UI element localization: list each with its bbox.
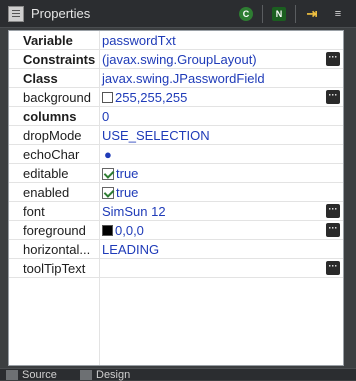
checkbox[interactable] — [102, 167, 114, 180]
property-value[interactable]: true — [100, 183, 343, 202]
property-value-text: SimSun 12 — [102, 204, 166, 219]
property-name: echoChar — [23, 147, 80, 162]
bottom-tabs: Source Design — [0, 368, 356, 381]
property-value[interactable]: passwordTxt — [100, 31, 343, 50]
property-value-text: (javax.swing.GroupLayout) — [102, 52, 257, 67]
property-value-text: javax.swing.JPasswordField — [102, 71, 265, 86]
ellipsis-button[interactable]: ··· — [326, 52, 340, 66]
property-row[interactable]: font SimSun 12 ··· — [9, 202, 343, 221]
property-value[interactable]: ● — [100, 145, 343, 164]
property-row[interactable]: echoChar ● — [9, 145, 343, 164]
property-value[interactable]: USE_SELECTION — [100, 126, 343, 145]
property-value[interactable]: (javax.swing.GroupLayout) — [100, 50, 343, 69]
toolbar-actions: C N ⇥ ≡ — [234, 3, 350, 25]
property-row[interactable]: foreground 0,0,0 ··· — [9, 221, 343, 240]
color-swatch — [102, 225, 113, 236]
property-row[interactable]: enabled true — [9, 183, 343, 202]
checkbox[interactable] — [102, 186, 114, 199]
ellipsis-button[interactable]: ··· — [326, 204, 340, 218]
advanced-icon: N — [272, 7, 286, 21]
properties-table: Variable passwordTxt Constraints (javax.swi… — [8, 30, 344, 366]
property-value-text: USE_SELECTION — [102, 128, 210, 143]
property-name: Variable — [23, 33, 73, 48]
ellipsis-button[interactable]: ··· — [326, 261, 340, 275]
toolbar-separator — [295, 5, 296, 23]
property-name: horizontal... — [23, 242, 91, 257]
property-name: toolTipText — [23, 261, 86, 276]
ellipsis-button[interactable]: ··· — [326, 223, 340, 237]
property-row[interactable]: Constraints (javax.swing.GroupLayout) ··· — [9, 50, 343, 69]
property-row[interactable]: horizontal... LEADING — [9, 240, 343, 259]
property-row[interactable]: editable true — [9, 164, 343, 183]
toolbar-separator — [262, 5, 263, 23]
color-swatch — [102, 92, 113, 103]
property-value-text: passwordTxt — [102, 33, 176, 48]
property-row[interactable]: Variable passwordTxt — [9, 31, 343, 50]
property-value-text: 0 — [102, 109, 110, 124]
property-value[interactable]: SimSun 12 — [100, 202, 343, 221]
design-icon — [80, 370, 92, 381]
property-value-text: true — [116, 166, 139, 181]
menu-button[interactable]: ≡ — [326, 3, 350, 25]
goto-icon: ⇥ — [306, 6, 318, 21]
menu-icon: ≡ — [334, 8, 342, 20]
tab-design[interactable]: Design — [80, 369, 150, 381]
property-value-text: LEADING — [102, 242, 160, 257]
panel-title: Properties — [31, 6, 91, 21]
show-events-button[interactable]: C — [234, 3, 258, 25]
property-value[interactable]: 0,0,0 — [100, 221, 343, 240]
tab-source[interactable]: Source — [6, 369, 68, 381]
property-value[interactable] — [100, 259, 343, 278]
property-name: editable — [23, 166, 69, 181]
property-value[interactable]: true — [100, 164, 343, 183]
properties-panel: Properties C N ⇥ ≡ Variable passwordTxt Co… — [0, 0, 356, 381]
property-row[interactable]: columns 0 — [9, 107, 343, 126]
property-value-text: 255,255,255 — [115, 90, 188, 105]
property-name: dropMode — [23, 128, 82, 143]
property-value[interactable]: LEADING — [100, 240, 343, 259]
property-value-text: 0,0,0 — [115, 223, 144, 238]
property-name: columns — [23, 109, 77, 124]
source-icon — [6, 370, 18, 381]
properties-titlebar: Properties C N ⇥ ≡ — [0, 0, 356, 28]
show-advanced-button[interactable]: N — [267, 3, 291, 25]
property-row[interactable]: toolTipText ··· — [9, 259, 343, 278]
property-name: Constraints — [23, 52, 96, 67]
property-value-text: true — [116, 185, 139, 200]
properties-icon — [8, 5, 24, 22]
events-icon: C — [239, 7, 253, 21]
property-value[interactable]: javax.swing.JPasswordField — [100, 69, 343, 88]
property-name: font — [23, 204, 45, 219]
property-value[interactable]: 255,255,255 — [100, 88, 343, 107]
property-value[interactable]: 0 — [100, 107, 343, 126]
goto-definition-button[interactable]: ⇥ — [300, 3, 324, 25]
property-name: background — [23, 90, 91, 105]
property-name: foreground — [23, 223, 86, 238]
property-value-text: ● — [104, 147, 112, 162]
property-row[interactable]: background 255,255,255 ··· — [9, 88, 343, 107]
property-name: enabled — [23, 185, 70, 200]
ellipsis-button[interactable]: ··· — [326, 90, 340, 104]
property-row[interactable]: dropMode USE_SELECTION — [9, 126, 343, 145]
property-row[interactable]: Class javax.swing.JPasswordField — [9, 69, 343, 88]
property-name: Class — [23, 71, 58, 86]
